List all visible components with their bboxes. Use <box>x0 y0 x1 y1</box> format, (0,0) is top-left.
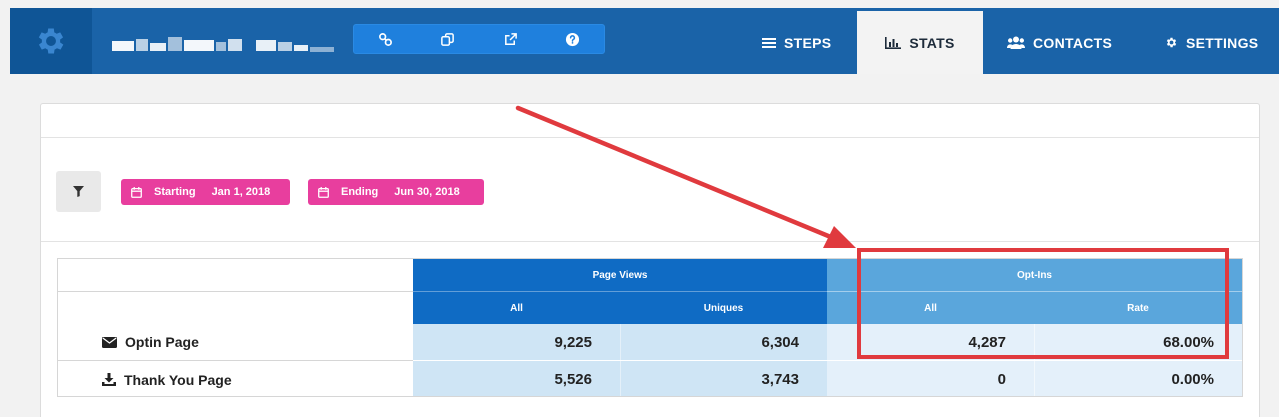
funnel-actions-toolbar <box>353 24 605 54</box>
end-date-label: Ending <box>341 186 379 198</box>
tab-stats-label: STATS <box>909 34 955 51</box>
gear-icon <box>38 28 64 54</box>
tab-settings-label: SETTINGS <box>1186 34 1259 51</box>
page-views-header: Page Views <box>413 259 827 291</box>
filter-icon <box>73 186 84 197</box>
tab-contacts-label: CONTACTS <box>1033 34 1113 51</box>
tab-contacts[interactable]: CONTACTS <box>1007 11 1112 74</box>
top-bar: STEPS STATS CONTACTS SETTINGS <box>10 8 1279 74</box>
calendar-icon <box>318 186 329 198</box>
row-label-text: Thank You Page <box>124 371 232 388</box>
start-date-label: Starting <box>154 186 196 198</box>
cell-value: 5,526 <box>554 371 592 388</box>
cog-icon <box>1166 37 1177 48</box>
clone-icon <box>441 32 455 46</box>
cell-value: 0.00% <box>1171 371 1214 388</box>
funnel-name-redacted <box>112 37 342 57</box>
table-cell: 5,526 <box>413 361 620 396</box>
filter-button[interactable] <box>56 171 101 212</box>
column-header-label: All <box>510 302 523 314</box>
cell-value: 3,743 <box>761 371 799 388</box>
page-views-uniques-header: Uniques <box>620 291 827 324</box>
envelope-icon <box>102 336 117 348</box>
table-gridline <box>58 291 413 292</box>
table-cell: 0.00% <box>1034 361 1242 396</box>
tab-stats[interactable]: STATS <box>857 11 983 74</box>
table-cell: 4,287 <box>827 324 1034 360</box>
app-settings-button[interactable] <box>10 8 92 74</box>
cell-value: 4,287 <box>968 333 1006 351</box>
clone-funnel-button[interactable] <box>417 25 480 53</box>
opt-ins-header-label: Opt-Ins <box>1017 269 1052 281</box>
tab-steps[interactable]: STEPS <box>762 11 831 74</box>
question-icon <box>566 32 580 46</box>
cell-value: 68.00% <box>1163 333 1214 351</box>
opt-ins-header: Opt-Ins <box>827 259 1242 291</box>
link-icon <box>378 32 392 46</box>
download-icon <box>102 373 116 386</box>
help-button[interactable] <box>542 25 605 53</box>
table-cell: 6,304 <box>620 324 827 360</box>
opt-ins-rate-header: Rate <box>1034 291 1242 324</box>
start-date-filter[interactable]: Starting Jan 1, 2018 <box>121 179 290 205</box>
stats-panel: Starting Jan 1, 2018 Ending Jun 30, 2018… <box>40 103 1260 417</box>
cell-value: 0 <box>997 371 1006 388</box>
tab-steps-label: STEPS <box>784 34 832 51</box>
column-header-label: Rate <box>1127 302 1149 314</box>
cell-value: 9,225 <box>554 333 592 351</box>
users-icon <box>1007 36 1025 49</box>
panel-divider <box>41 137 1259 138</box>
table-row-label: Optin Page <box>58 324 413 360</box>
start-date-value: Jan 1, 2018 <box>211 186 271 198</box>
calendar-icon <box>131 186 142 198</box>
table-cell: 3,743 <box>620 361 827 396</box>
cell-value: 6,304 <box>761 333 799 351</box>
external-link-icon <box>504 32 517 45</box>
table-cell: 0 <box>827 361 1034 396</box>
row-label-text: Optin Page <box>125 334 199 350</box>
panel-divider <box>41 241 1259 242</box>
column-header-label: All <box>924 302 937 314</box>
page-views-all-header: All <box>413 291 620 324</box>
page-views-header-label: Page Views <box>592 269 648 281</box>
list-icon <box>762 37 776 48</box>
bar-chart-icon <box>885 36 902 49</box>
table-row-label: Thank You Page <box>58 361 413 396</box>
end-date-value: Jun 30, 2018 <box>394 186 460 198</box>
table-cell: 9,225 <box>413 324 620 360</box>
column-header-label: Uniques <box>703 302 744 314</box>
table-cell: 68.00% <box>1034 324 1242 360</box>
stats-table: Page Views Opt-Ins All Uniques All Rate … <box>57 258 1243 397</box>
copy-link-button[interactable] <box>354 25 417 53</box>
open-external-button[interactable] <box>479 25 542 53</box>
tab-settings[interactable]: SETTINGS <box>1165 11 1258 74</box>
end-date-filter[interactable]: Ending Jun 30, 2018 <box>308 179 484 205</box>
opt-ins-all-header: All <box>827 291 1034 324</box>
